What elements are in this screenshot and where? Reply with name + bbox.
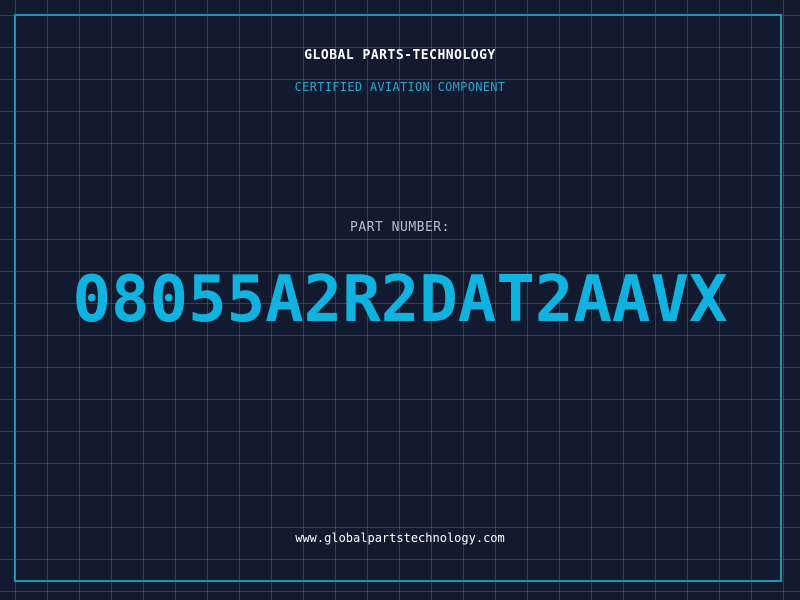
company-name: GLOBAL PARTS-TECHNOLOGY [304, 48, 496, 63]
tagline: CERTIFIED AVIATION COMPONENT [294, 80, 506, 94]
part-number-label: PART NUMBER: [350, 220, 450, 235]
website-url: www.globalpartstechnology.com [295, 531, 505, 545]
part-number-value: 08055A2R2DAT2AAVX [72, 263, 728, 337]
